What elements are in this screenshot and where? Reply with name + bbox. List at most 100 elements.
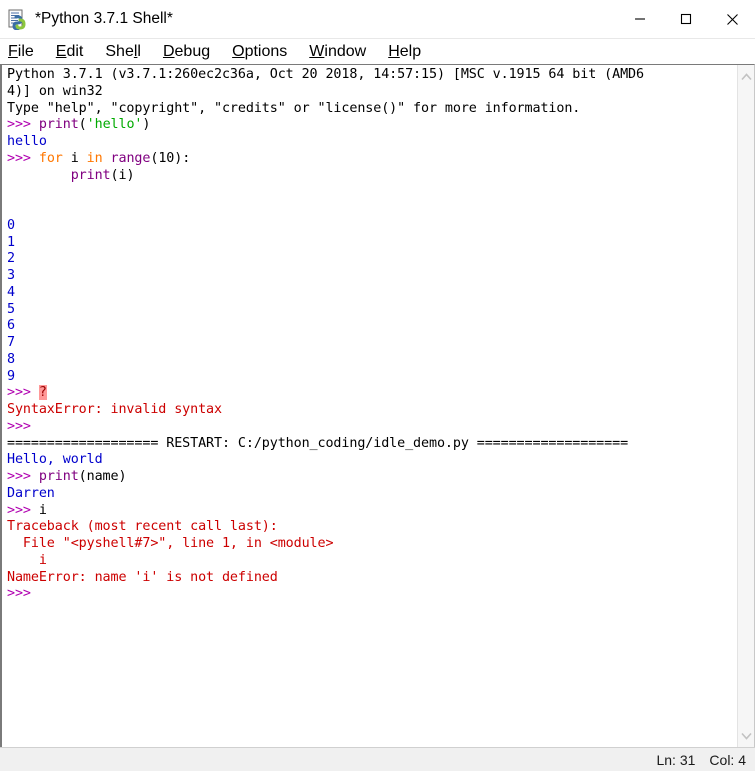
close-button[interactable]: [709, 0, 755, 38]
shell-line: 6: [7, 318, 737, 335]
statusbar: Ln: 31 Col: 4: [0, 747, 755, 771]
menu-item-help[interactable]: Help: [388, 43, 421, 61]
shell-line: >>> print('hello'): [7, 117, 737, 134]
shell-line: 8: [7, 352, 737, 369]
shell-token-prompt: >>>: [7, 469, 39, 484]
shell-token-plain: =================== RESTART: C:/python_c…: [7, 435, 629, 451]
shell-token-error: i: [7, 552, 47, 568]
shell-token-output: 1: [7, 234, 15, 250]
idle-python-icon: [7, 8, 29, 31]
shell-token-prompt: >>>: [7, 117, 39, 133]
shell-line: >>>: [7, 586, 737, 603]
shell-token-plain: (i): [110, 167, 135, 183]
status-line-number: Ln: 31: [656, 751, 696, 768]
shell-line: 0: [7, 218, 737, 235]
shell-line: Traceback (most recent call last):: [7, 519, 737, 536]
shell-token-prompt: >>>: [7, 586, 39, 602]
menu-item-debug[interactable]: Debug: [163, 43, 210, 61]
shell-line: >>> ?: [7, 385, 737, 402]
shell-token-builtin: print: [70, 167, 111, 183]
shell-line: >>> i: [7, 503, 737, 520]
shell-line: 7: [7, 335, 737, 352]
chevron-up-icon: [740, 72, 752, 80]
shell-token-plain: Python 3.7.1 (v3.7.1:260ec2c36a, Oct 20 …: [7, 67, 644, 82]
minimize-button[interactable]: [617, 0, 663, 38]
shell-line: Hello, world: [7, 452, 737, 469]
shell-token-output: 8: [7, 351, 15, 367]
shell-token-plain: [7, 168, 71, 183]
shell-line: i: [7, 553, 737, 570]
shell-token-plain: (: [78, 117, 87, 133]
shell-token-prompt: >>>: [7, 418, 39, 434]
menu-item-edit[interactable]: Edit: [56, 43, 84, 61]
shell-token-plain: ): [142, 117, 151, 133]
syntax-error-highlight: ?: [38, 385, 47, 401]
shell-token-keyword: in: [86, 150, 103, 166]
window-title: *Python 3.7.1 Shell*: [35, 10, 173, 27]
window-controls: [617, 0, 755, 38]
shell-token-output: 0: [7, 217, 15, 233]
shell-token-prompt: >>>: [7, 150, 39, 166]
shell-token-builtin: print: [38, 469, 79, 484]
shell-token-prompt: >>>: [7, 385, 39, 401]
menu-item-shell[interactable]: Shell: [105, 43, 141, 61]
shell-token-error: SyntaxError: invalid syntax: [7, 402, 222, 417]
shell-token-output: hello: [7, 134, 47, 149]
shell-line: Type "help", "copyright", "credits" or "…: [7, 101, 737, 118]
menubar: File Edit Shell Debug Options Window Help: [0, 39, 755, 64]
scroll-down-button[interactable]: [738, 727, 755, 744]
menu-item-window[interactable]: Window: [309, 43, 366, 61]
maximize-button[interactable]: [663, 0, 709, 38]
shell-line: NameError: name 'i' is not defined: [7, 570, 737, 587]
shell-token-error: Traceback (most recent call last):: [7, 519, 278, 535]
shell-token-plain: [103, 151, 111, 166]
shell-token-keyword: for: [38, 150, 63, 166]
shell-token-prompt: >>>: [7, 502, 39, 518]
scrollbar-track[interactable]: [738, 85, 755, 727]
shell-token-output: 3: [7, 268, 15, 283]
shell-token-output: Hello, world: [7, 452, 103, 468]
menu-item-file[interactable]: File: [8, 43, 34, 61]
shell-token-error: File "<pyshell#7>", line 1, in <module>: [7, 536, 334, 551]
shell-token-output: 6: [7, 318, 15, 334]
shell-line: 4)] on win32: [7, 84, 737, 101]
shell-token-output: 5: [7, 301, 15, 317]
shell-line: hello: [7, 134, 737, 151]
shell-token-plain: 4)] on win32: [7, 83, 103, 99]
shell-text-region: Python 3.7.1 (v3.7.1:260ec2c36a, Oct 20 …: [0, 64, 755, 747]
idle-shell-window: *Python 3.7.1 Shell* File Edit Shell Debug O: [0, 0, 755, 771]
shell-line: 2: [7, 251, 737, 268]
maximize-icon: [680, 13, 692, 25]
shell-line: 4: [7, 285, 737, 302]
minimize-icon: [635, 18, 645, 20]
chevron-down-icon: [740, 732, 752, 740]
shell-output[interactable]: Python 3.7.1 (v3.7.1:260ec2c36a, Oct 20 …: [2, 65, 737, 747]
shell-line: Darren: [7, 486, 737, 503]
scroll-up-button[interactable]: [738, 68, 755, 85]
shell-line: 1: [7, 235, 737, 252]
vertical-scrollbar[interactable]: [737, 65, 754, 747]
shell-line: SyntaxError: invalid syntax: [7, 402, 737, 419]
shell-line: File "<pyshell#7>", line 1, in <module>: [7, 536, 737, 553]
shell-line: 9: [7, 369, 737, 386]
shell-token-builtin: range: [110, 150, 151, 166]
shell-token-output: 4: [7, 284, 15, 300]
shell-line: 5: [7, 302, 737, 319]
shell-token-plain: i: [62, 150, 87, 166]
shell-line: print(i): [7, 168, 737, 185]
shell-line: Python 3.7.1 (v3.7.1:260ec2c36a, Oct 20 …: [7, 67, 737, 84]
shell-token-plain: i: [38, 502, 47, 518]
shell-line: >>> for i in range(10):: [7, 151, 737, 168]
shell-token-output: 9: [7, 368, 15, 384]
shell-line: =================== RESTART: C:/python_c…: [7, 436, 737, 453]
menu-item-options[interactable]: Options: [232, 43, 287, 61]
shell-token-builtin: print: [38, 117, 79, 133]
shell-token-error: NameError: name 'i' is not defined: [7, 569, 278, 585]
shell-token-plain: Type "help", "copyright", "credits" or "…: [7, 100, 581, 116]
shell-token-string: 'hello': [86, 117, 143, 133]
shell-token-plain: (10):: [150, 150, 191, 166]
shell-token-output: Darren: [7, 485, 55, 501]
shell-token-output: 2: [7, 251, 15, 267]
